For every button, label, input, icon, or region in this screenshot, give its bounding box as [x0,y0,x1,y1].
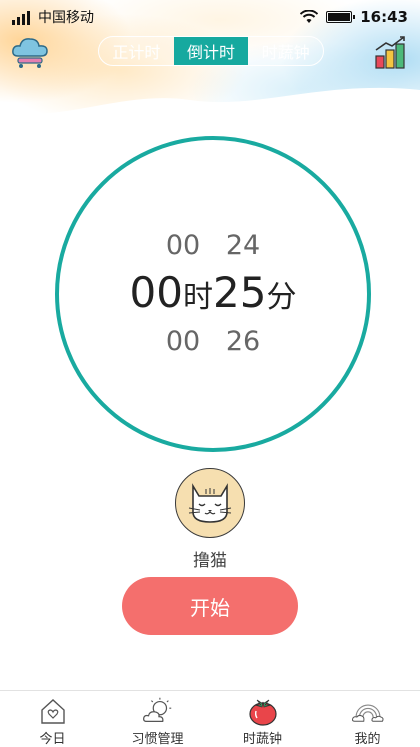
tomato-icon [248,699,277,726]
current-hour: 00 [129,268,183,317]
nav-label-tomato-clock: 时蔬钟 [242,732,282,747]
nav-item-tomato-clock[interactable]: 时蔬钟 [210,691,315,747]
next-minute: 26 [225,326,261,357]
carrier-name: 中国移动 [38,10,94,26]
nav-label-today: 今日 [39,732,66,747]
hour-unit: 时 [183,280,213,315]
next-hour: 00 [165,326,201,357]
companion-name: 撸猫 [193,551,227,571]
next-time-row: 00 26 [59,326,367,357]
tab-tomato-clock[interactable]: 时蔬钟 [248,37,323,65]
current-minute: 25 [213,268,267,317]
stats-button[interactable] [372,34,410,70]
nav-item-habits[interactable]: 习惯管理 [105,691,210,747]
cloud-sync-button[interactable] [10,34,50,70]
prev-hour: 00 [165,230,201,261]
companion-avatar[interactable] [175,468,245,538]
battery-icon [326,11,356,23]
tab-count-up[interactable]: 正计时 [99,37,174,65]
prev-time-row: 00 24 [59,230,367,261]
cloud-sync-icon [12,38,48,68]
tab-countdown[interactable]: 倒计时 [173,37,249,65]
nav-item-today[interactable]: 今日 [0,691,105,747]
bottom-nav: 今日 习惯管理 时蔬钟 我的 [0,690,420,747]
start-button[interactable]: 开始 [122,577,298,635]
top-header: 正计时 倒计时 时蔬钟 [0,34,420,74]
stats-chart-icon [375,36,405,69]
current-time-row: 00 时 25 分 [59,268,367,317]
mode-switcher: 正计时 倒计时 时蔬钟 [98,36,324,66]
countdown-dial[interactable]: 00 24 00 时 25 分 00 26 [55,136,371,452]
nav-label-mine: 我的 [354,732,381,747]
prev-minute: 24 [225,230,261,261]
nav-label-habits: 习惯管理 [131,732,184,747]
rainbow-cloud-icon [351,704,384,722]
status-bar: 中国移动 16:43 [0,0,420,34]
clock: 16:43 [360,8,408,26]
signal-icon [12,9,30,25]
minute-unit: 分 [266,280,297,315]
nav-item-mine[interactable]: 我的 [315,691,420,747]
wifi-icon [300,10,319,23]
cat-icon [188,483,232,523]
home-heart-icon [40,699,65,724]
sun-cloud-icon [142,697,171,723]
